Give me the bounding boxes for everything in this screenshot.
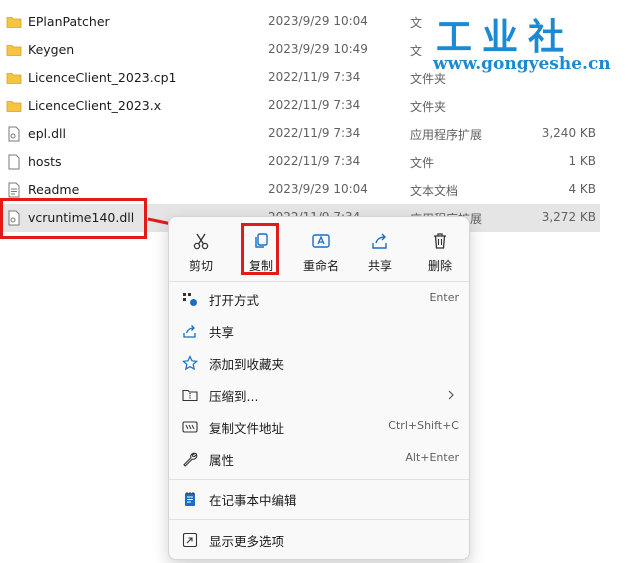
menu-item-label: 复制文件地址: [209, 421, 285, 436]
file-name: LicenceClient_2023.x: [28, 98, 162, 113]
file-size: 4 KB: [568, 182, 596, 196]
file-date: 2023/9/29 10:04: [268, 14, 368, 28]
file-name: Readme: [28, 182, 80, 197]
file-size: 1 KB: [568, 154, 596, 168]
file-date: 2022/11/9 7:34: [268, 154, 361, 168]
menu-separator: [169, 519, 469, 520]
share-label: 共享: [367, 259, 392, 273]
file-date: 2023/9/29 10:49: [268, 42, 368, 56]
menu-item-copy-path[interactable]: 复制文件地址 Ctrl+Shift+C: [173, 412, 467, 442]
file-name: Keygen: [28, 42, 75, 57]
star-icon: [182, 355, 198, 371]
file-row-eplanpatcher[interactable]: EPlanPatcher 2023/9/29 10:04 文: [0, 8, 600, 36]
menu-separator: [169, 479, 469, 480]
cut-label: 剪切: [188, 259, 213, 273]
folder-icon: [6, 45, 22, 56]
file-type: 文件夹: [410, 72, 447, 86]
file-date: 2022/11/9 7:34: [268, 98, 361, 112]
file-name: epl.dll: [28, 126, 66, 141]
file-size: 3,272 KB: [541, 210, 596, 224]
share-button[interactable]: 共享: [352, 223, 408, 273]
chevron-right-icon: [448, 390, 454, 400]
file-icon: [8, 154, 20, 170]
delete-button[interactable]: 删除: [412, 223, 468, 273]
file-date: 2022/11/9 7:34: [268, 70, 361, 84]
menu-item-shortcut: Alt+Enter: [405, 451, 459, 464]
dll-file-icon: [8, 126, 20, 142]
file-type: 文件: [410, 156, 435, 170]
rename-label: 重命名: [302, 259, 339, 273]
rename-button[interactable]: 重命名: [293, 223, 349, 273]
copy-highlight-box: [241, 223, 279, 275]
file-type: 文: [410, 44, 423, 58]
file-size: 3,240 KB: [541, 126, 596, 140]
share-icon: [372, 233, 387, 249]
file-name: hosts: [28, 154, 62, 169]
file-row-epl-dll[interactable]: epl.dll 2022/11/9 7:34 应用程序扩展 3,240 KB: [0, 120, 600, 148]
cut-button[interactable]: 剪切: [173, 223, 229, 273]
wrench-icon: [183, 452, 198, 467]
menu-item-shortcut: Enter: [429, 291, 459, 304]
menu-item-show-more-options[interactable]: 显示更多选项: [173, 525, 467, 555]
file-highlight-box: [0, 198, 147, 239]
menu-item-label: 压缩到...: [209, 389, 259, 404]
delete-label: 删除: [427, 259, 452, 273]
trash-icon: [434, 233, 446, 249]
folder-icon: [6, 101, 22, 112]
menu-item-label: 共享: [209, 325, 235, 340]
file-row-licenceclient-x[interactable]: LicenceClient_2023.x 2022/11/9 7:34 文件夹: [0, 92, 600, 120]
notepad-icon: [185, 492, 195, 506]
menu-item-open-with[interactable]: 打开方式 Enter: [173, 284, 467, 314]
folder-icon: [6, 17, 22, 28]
file-name: LicenceClient_2023.cp1: [28, 70, 177, 85]
context-menu: 剪切 复制 重命名 共享 删除 打开方式 Enter 共享 添加到收藏夹 压缩到…: [168, 216, 470, 560]
file-row-keygen[interactable]: Keygen 2023/9/29 10:49 文: [0, 36, 600, 64]
file-type: 文本文档: [410, 184, 459, 198]
menu-separator: [169, 281, 469, 282]
text-file-icon: [8, 182, 20, 198]
menu-item-label: 添加到收藏夹: [209, 357, 285, 372]
menu-item-label: 显示更多选项: [209, 534, 285, 549]
file-type: 文: [410, 16, 423, 30]
more-options-icon: [182, 532, 198, 548]
menu-item-compress-to[interactable]: 压缩到...: [173, 380, 467, 410]
copy-path-icon: [182, 421, 198, 433]
menu-item-shortcut: Ctrl+Shift+C: [388, 419, 459, 432]
share-icon: [183, 325, 196, 338]
zip-folder-icon: [182, 389, 198, 402]
menu-item-label: 在记事本中编辑: [209, 493, 297, 508]
menu-item-add-to-favorites[interactable]: 添加到收藏夹: [173, 348, 467, 378]
open-with-icon: [183, 293, 197, 306]
file-type: 文件夹: [410, 100, 447, 114]
menu-item-edit-in-notepad[interactable]: 在记事本中编辑: [173, 484, 467, 514]
menu-item-share[interactable]: 共享: [173, 316, 467, 346]
file-date: 2022/11/9 7:34: [268, 126, 361, 140]
file-date: 2023/9/29 10:04: [268, 182, 368, 196]
menu-item-label: 属性: [209, 453, 235, 468]
file-name: EPlanPatcher: [28, 14, 110, 29]
folder-icon: [6, 73, 22, 84]
menu-item-properties[interactable]: 属性 Alt+Enter: [173, 444, 467, 474]
file-type: 应用程序扩展: [410, 128, 483, 142]
file-row-hosts[interactable]: hosts 2022/11/9 7:34 文件 1 KB: [0, 148, 600, 176]
scissors-icon: [193, 233, 209, 250]
rename-icon: [312, 234, 330, 248]
file-row-licenceclient-cp1[interactable]: LicenceClient_2023.cp1 2022/11/9 7:34 文件…: [0, 64, 600, 92]
menu-item-label: 打开方式: [209, 293, 260, 308]
